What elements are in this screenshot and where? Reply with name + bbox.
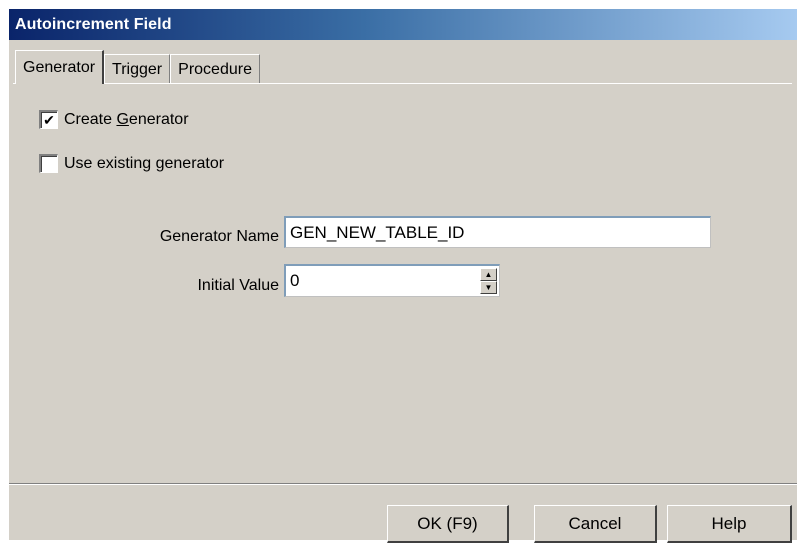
ok-button[interactable]: OK (F9) (387, 505, 509, 543)
use-existing-generator-checkbox[interactable] (39, 154, 58, 173)
create-generator-label: Create Generator (64, 110, 189, 128)
initial-value-spinbox[interactable]: 0 ▲ ▼ (284, 264, 500, 297)
use-existing-generator-option[interactable]: Use existing generator (39, 154, 224, 173)
tab-procedure[interactable]: Procedure (170, 54, 260, 84)
tab-trigger[interactable]: Trigger (104, 54, 171, 84)
checkmark-icon: ✔ (43, 112, 55, 128)
tab-generator[interactable]: Generator (15, 50, 105, 84)
create-generator-option[interactable]: ✔ Create Generator (39, 110, 189, 129)
initial-value-value: 0 (290, 271, 300, 290)
cancel-button[interactable]: Cancel (534, 505, 657, 543)
generator-name-value: GEN_NEW_TABLE_ID (290, 222, 465, 242)
generator-name-input[interactable]: GEN_NEW_TABLE_ID (284, 216, 711, 248)
initial-value-stepper[interactable]: ▲ ▼ (480, 268, 497, 294)
use-existing-generator-label: Use existing generator (64, 154, 225, 172)
help-button[interactable]: Help (667, 505, 792, 543)
generator-name-label: Generator Name (159, 228, 279, 245)
button-separator (9, 483, 797, 485)
autoincrement-dialog: Autoincrement Field Generator Trigger Pr… (9, 9, 797, 543)
title-bar[interactable]: Autoincrement Field (9, 9, 797, 40)
tab-strip: Generator Trigger Procedure (15, 50, 260, 84)
spin-up-icon[interactable]: ▲ (480, 268, 497, 281)
generator-tab-panel: ✔ Create Generator Use existing generato… (13, 83, 792, 481)
initial-value-label: Initial Value (197, 277, 279, 294)
create-generator-checkbox[interactable]: ✔ (39, 110, 58, 129)
spin-down-icon[interactable]: ▼ (480, 281, 497, 294)
window-title: Autoincrement Field (15, 15, 172, 33)
